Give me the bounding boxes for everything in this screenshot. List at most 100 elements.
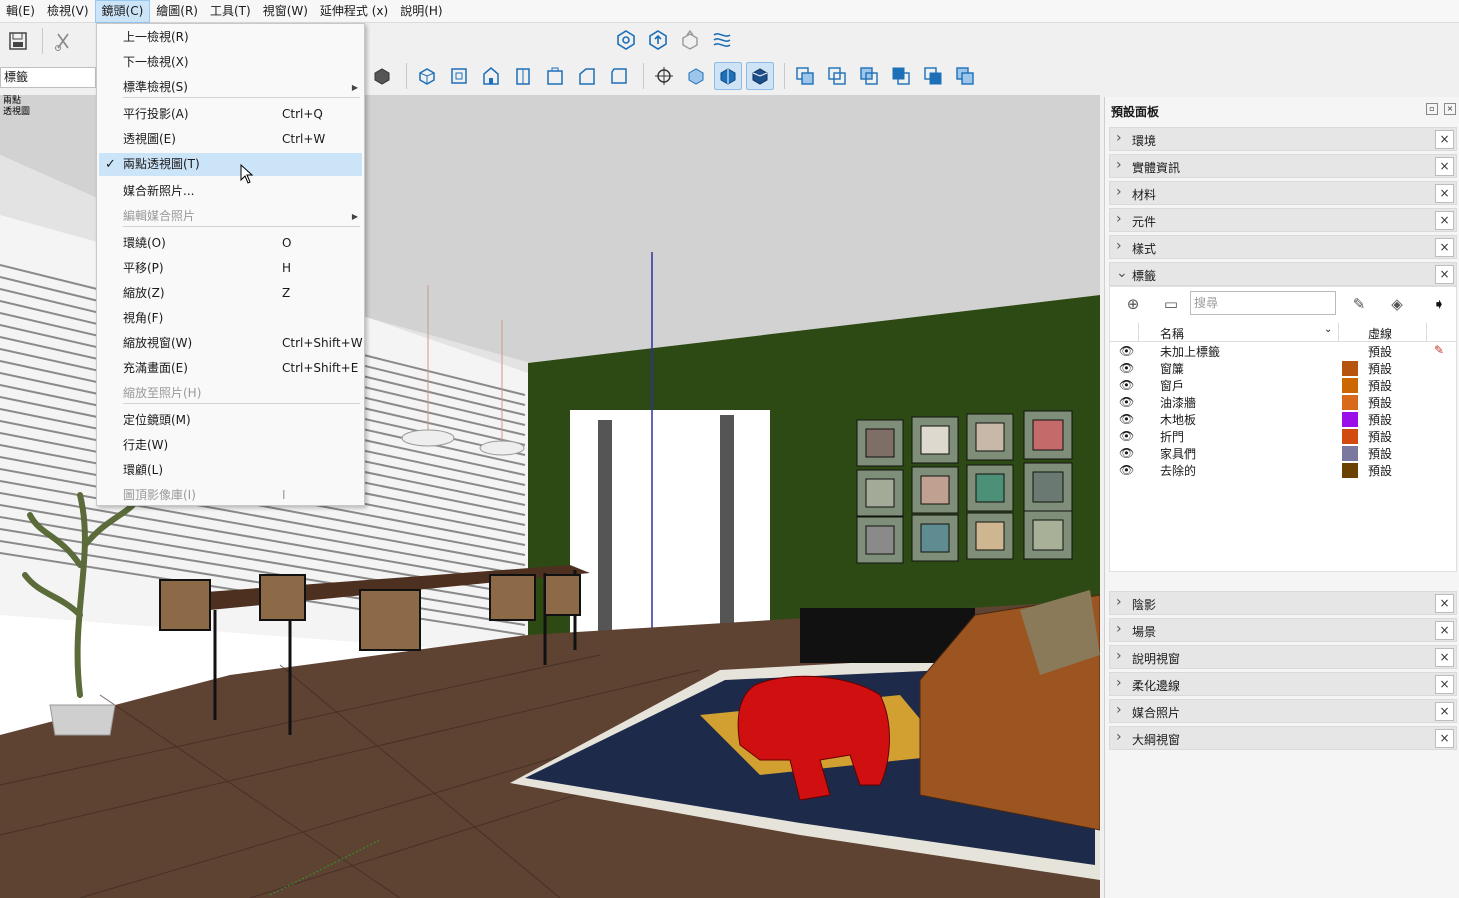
extension-warehouse-icon[interactable] — [676, 26, 704, 54]
camera-menu-item[interactable]: ✓ 兩點透視圖(T) — [99, 153, 362, 176]
tag-col-dash[interactable]: 虛線 — [1368, 325, 1392, 342]
pin-icon[interactable]: ▫ — [1426, 103, 1438, 115]
camera-menu-item[interactable]: 圖頂影像庫(I) I — [99, 484, 362, 507]
tray-close-icon[interactable]: × — [1435, 729, 1454, 748]
tag-color-by-icon[interactable]: ◈ — [1388, 295, 1406, 313]
warehouse-upload-icon[interactable] — [644, 26, 672, 54]
camera-menu-item[interactable]: 充滿畫面(E) Ctrl+Shift+E — [99, 357, 362, 380]
camera-menu-item[interactable]: 行走(W) — [99, 434, 362, 457]
eye-icon[interactable]: 👁 — [1119, 395, 1134, 409]
eye-icon[interactable]: 👁 — [1119, 361, 1134, 375]
tag-dash[interactable]: 預設 — [1368, 428, 1392, 445]
warehouse-download-icon[interactable] — [612, 26, 640, 54]
chevron-right-icon[interactable]: › — [1116, 211, 1122, 227]
tray-4[interactable]: › 樣式 × — [1109, 235, 1457, 259]
tag-name[interactable]: 窗簾 — [1160, 360, 1184, 377]
tag-color-swatch[interactable] — [1342, 463, 1358, 478]
tag-details-arrow-icon[interactable]: ➧ — [1430, 295, 1448, 313]
tag-name[interactable]: 折門 — [1160, 428, 1184, 445]
tag-row[interactable]: 👁 未加上標籤 預設 ✎ — [1110, 343, 1456, 360]
menu-item-0[interactable]: 輯(E) — [0, 0, 41, 23]
solid-union-icon[interactable] — [791, 62, 819, 90]
tag-dropdown[interactable]: 標籤 — [0, 67, 96, 88]
eye-icon[interactable]: 👁 — [1119, 463, 1134, 477]
front-view-icon[interactable] — [477, 62, 505, 90]
tag-name[interactable]: 油漆牆 — [1160, 394, 1196, 411]
camera-menu-item[interactable]: 上一檢視(R) — [99, 26, 362, 49]
right-view-icon[interactable] — [509, 62, 537, 90]
solid-split-icon[interactable] — [919, 62, 947, 90]
chevron-right-icon[interactable]: › — [1116, 594, 1122, 610]
chevron-down-icon[interactable]: ⌄ — [1116, 265, 1128, 281]
camera-menu-item[interactable]: 平移(P) H — [99, 257, 362, 280]
tag-dash[interactable]: 預設 — [1368, 343, 1392, 360]
tag-color-swatch[interactable] — [1342, 395, 1358, 410]
tag-search-input[interactable]: 搜尋 — [1190, 291, 1336, 315]
chevron-right-icon[interactable]: › — [1116, 675, 1122, 691]
tray-5[interactable]: ⌄ 標籤 × — [1109, 262, 1457, 286]
tray-3[interactable]: › 柔化邊線 × — [1109, 672, 1457, 696]
tag-color-swatch[interactable] — [1342, 378, 1358, 393]
display-section-cuts-icon[interactable] — [746, 62, 774, 90]
tag-dash[interactable]: 預設 — [1368, 377, 1392, 394]
tag-row[interactable]: 👁 折門 預設 — [1110, 428, 1456, 445]
eye-icon[interactable]: 👁 — [1119, 344, 1134, 358]
tray-close-icon[interactable]: × — [1435, 702, 1454, 721]
eye-icon[interactable]: 👁 — [1119, 429, 1134, 443]
tray-1[interactable]: › 實體資訊 × — [1109, 154, 1457, 178]
menu-item-5[interactable]: 視窗(W) — [257, 0, 314, 23]
chevron-right-icon[interactable]: › — [1116, 238, 1122, 254]
tag-col-name[interactable]: 名稱 — [1160, 325, 1184, 342]
tray-close-icon[interactable]: × — [1435, 211, 1454, 230]
camera-menu-item[interactable]: 標準檢視(S) ▶ — [99, 76, 362, 99]
camera-menu-item[interactable]: 縮放至照片(H) — [99, 382, 362, 405]
tag-row[interactable]: 👁 窗簾 預設 — [1110, 360, 1456, 377]
tag-color-swatch[interactable] — [1342, 429, 1358, 444]
tray-close-icon[interactable]: × — [1435, 621, 1454, 640]
tray-close-icon[interactable]: × — [1435, 265, 1454, 284]
display-section-planes-icon[interactable] — [714, 62, 742, 90]
solid-outer-shell-icon[interactable] — [951, 62, 979, 90]
chevron-down-icon[interactable]: ⌄ — [1324, 324, 1332, 335]
tray-close-icon[interactable]: × — [1435, 675, 1454, 694]
tray-5[interactable]: › 大綱視窗 × — [1109, 726, 1457, 750]
tag-dash[interactable]: 預設 — [1368, 411, 1392, 428]
tag-dash[interactable]: 預設 — [1368, 445, 1392, 462]
menu-item-2[interactable]: 鏡頭(C) — [94, 0, 151, 23]
tray-0[interactable]: › 陰影 × — [1109, 591, 1457, 615]
menu-item-4[interactable]: 工具(T) — [204, 0, 257, 23]
tag-name[interactable]: 去除的 — [1160, 462, 1196, 479]
tag-dash[interactable]: 預設 — [1368, 462, 1392, 479]
panel-close-icon[interactable]: × — [1444, 103, 1456, 115]
tag-row[interactable]: 👁 油漆牆 預設 — [1110, 394, 1456, 411]
menu-item-3[interactable]: 繪圖(R) — [150, 0, 204, 23]
tray-close-icon[interactable]: × — [1435, 184, 1454, 203]
bottom-view-icon[interactable] — [605, 62, 633, 90]
tray-1[interactable]: › 場景 × — [1109, 618, 1457, 642]
shaded-style-icon[interactable] — [368, 62, 396, 90]
chevron-right-icon[interactable]: › — [1116, 184, 1122, 200]
tray-close-icon[interactable]: × — [1435, 130, 1454, 149]
tray-4[interactable]: › 媒合照片 × — [1109, 699, 1457, 723]
orbit-icon[interactable] — [650, 62, 678, 90]
tray-close-icon[interactable]: × — [1435, 238, 1454, 257]
camera-menu-item[interactable]: 編輯媒合照片 ▶ — [99, 205, 362, 228]
camera-menu-item[interactable]: 下一檢視(X) — [99, 51, 362, 74]
tag-row[interactable]: 👁 家具們 預設 — [1110, 445, 1456, 462]
tray-close-icon[interactable]: × — [1435, 594, 1454, 613]
solid-subtract-icon[interactable] — [855, 62, 883, 90]
camera-menu-item[interactable]: 媒合新照片... — [99, 180, 362, 203]
tray-0[interactable]: › 環境 × — [1109, 127, 1457, 151]
tag-row[interactable]: 👁 木地板 預設 — [1110, 411, 1456, 428]
eye-icon[interactable]: 👁 — [1119, 412, 1134, 426]
tag-color-swatch[interactable] — [1342, 361, 1358, 376]
chevron-right-icon[interactable]: › — [1116, 157, 1122, 173]
extension-manager-icon[interactable] — [708, 26, 736, 54]
menu-item-6[interactable]: 延伸程式 (x) — [314, 0, 394, 23]
solid-trim-icon[interactable] — [887, 62, 915, 90]
add-tag-folder-icon[interactable]: ▭ — [1162, 295, 1180, 313]
chevron-right-icon[interactable]: › — [1116, 648, 1122, 664]
save-icon[interactable] — [4, 27, 32, 55]
camera-menu-item[interactable]: 視角(F) — [99, 307, 362, 330]
eye-icon[interactable]: 👁 — [1119, 378, 1134, 392]
